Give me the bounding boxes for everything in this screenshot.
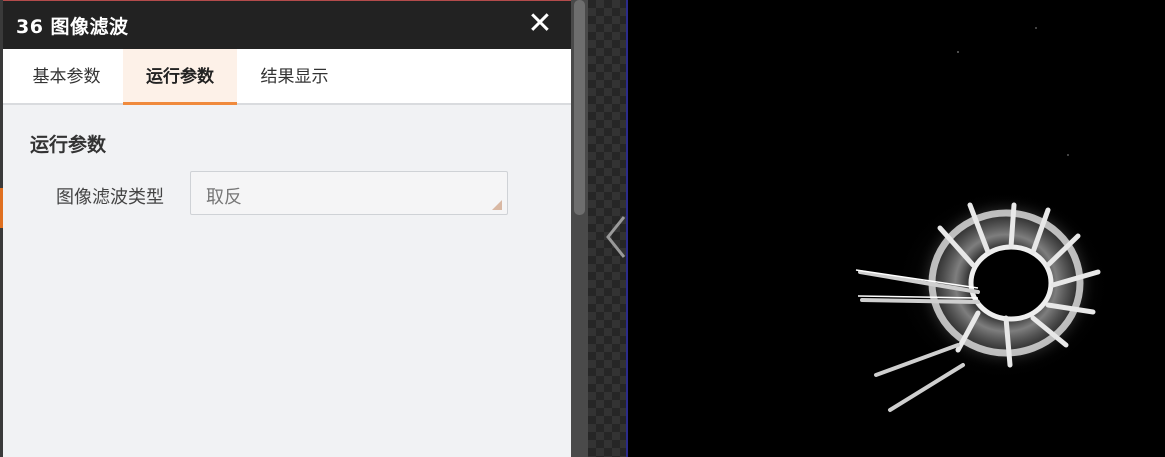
app-window: 36 图像滤波 ✕ 基本参数 运行参数 结果显示 运行参数 图像滤波类型 取反 [0, 0, 1165, 457]
close-icon: ✕ [527, 6, 553, 41]
tab-run-params[interactable]: 运行参数 [123, 49, 237, 105]
filter-type-value: 取反 [206, 187, 242, 208]
tab-underline [239, 102, 350, 105]
tab-active-underline [123, 102, 237, 105]
close-button[interactable]: ✕ [525, 9, 555, 41]
dropdown-corner-icon [492, 200, 502, 210]
filter-type-label: 图像滤波类型 [56, 187, 164, 208]
tab-label: 基本参数 [32, 67, 101, 87]
tab-label: 结果显示 [260, 67, 329, 87]
tab-basic-params[interactable]: 基本参数 [11, 49, 122, 103]
image-filter-dialog: 36 图像滤波 ✕ 基本参数 运行参数 结果显示 运行参数 图像滤波类型 取反 [3, 0, 571, 457]
tab-underline [11, 102, 122, 105]
tab-label: 运行参数 [146, 67, 214, 87]
image-viewport[interactable] [626, 0, 1165, 457]
scrollbar-thumb[interactable] [574, 0, 585, 215]
section-title: 运行参数 [30, 134, 107, 156]
filtered-image [855, 27, 1115, 412]
tab-bar: 基本参数 运行参数 结果显示 [3, 49, 571, 105]
tab-result-display[interactable]: 结果显示 [239, 49, 350, 103]
dialog-title-bar[interactable]: 36 图像滤波 ✕ [3, 0, 571, 49]
gear-shape [855, 185, 1115, 412]
filter-type-select[interactable]: 取反 [190, 171, 508, 215]
dialog-title: 36 图像滤波 [16, 16, 129, 38]
chevron-left-icon[interactable] [604, 214, 628, 260]
